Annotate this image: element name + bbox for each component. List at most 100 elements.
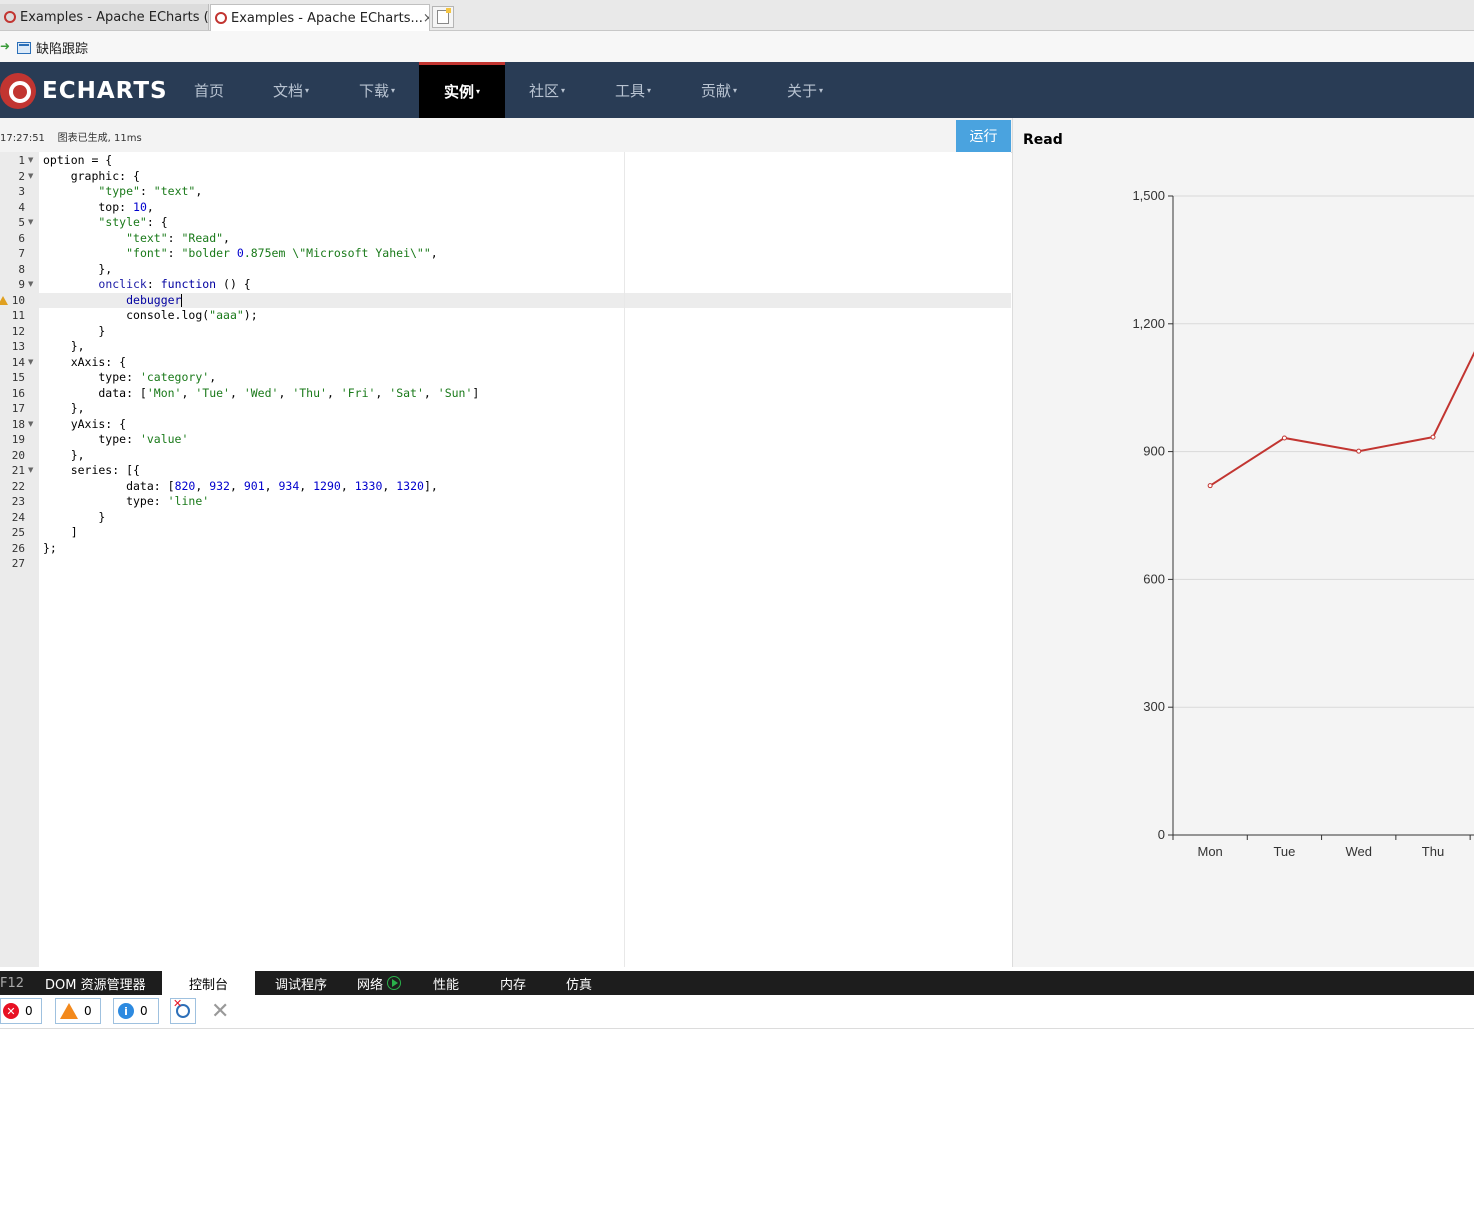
nav-label: 实例 <box>443 83 474 101</box>
nav-item-community[interactable]: 社区 ▾ <box>512 62 582 118</box>
line-number: 11 <box>11 309 25 322</box>
series-line <box>1209 351 1474 487</box>
warning-icon <box>60 1003 78 1019</box>
nav-item-examples[interactable]: 实例 ▾ <box>419 62 505 118</box>
logo-text: ECHARTS <box>42 78 168 104</box>
code-editor[interactable]: option = { graphic: { "type": "text", to… <box>39 152 1011 967</box>
favorite-defect-tracking[interactable]: 缺陷跟踪 <box>17 38 88 57</box>
warning-icon <box>0 295 8 305</box>
warning-count: 0 <box>84 1004 92 1018</box>
fold-toggle-icon[interactable]: ▼ <box>28 463 33 478</box>
line-number: 12 <box>11 324 25 338</box>
browser-tab-2[interactable]: Examples - Apache ECharts... × <box>210 4 430 31</box>
data-point <box>1356 448 1362 454</box>
code-line: }, <box>43 261 113 276</box>
code-line: } <box>43 323 106 338</box>
nav-item-download[interactable]: 下载 ▾ <box>342 62 412 118</box>
nav-item-about[interactable]: 关于 ▾ <box>770 62 840 118</box>
error-count: 0 <box>25 1004 33 1018</box>
line-number: 9 <box>18 278 25 291</box>
line-number: 4 <box>18 200 25 214</box>
code-line: data: ['Mon', 'Tue', 'Wed', 'Thu', 'Fri'… <box>43 385 480 400</box>
nav-label: 贡献 <box>700 81 731 100</box>
devtools-tab-emulation[interactable]: 仿真 <box>566 971 592 995</box>
site-navbar: ECHARTS 首页 文档 ▾ 下载 ▾ 实例 ▾ 社区 ▾ 工具 ▾ 贡献 ▾ 关于 ▾ <box>0 62 1474 118</box>
chevron-down-icon: ▾ <box>819 85 824 95</box>
browser-tab-title: Examples - Apache ECharts (i... <box>20 9 209 25</box>
red-x-icon: ✕ <box>173 997 183 1010</box>
code-line: onclick: function () { <box>98 277 251 291</box>
close-tab-icon[interactable]: × <box>423 11 429 26</box>
fold-toggle-icon[interactable]: ▼ <box>28 277 33 292</box>
line-number: 17 <box>11 402 25 415</box>
chevron-down-icon: ▾ <box>733 85 738 95</box>
line-chart: 03006009001,2001,500MonTueWedThuFriSatSu… <box>1132 188 1474 859</box>
devtools-tab-dom[interactable]: DOM 资源管理器 <box>45 971 146 995</box>
line-number: 5 <box>18 216 25 229</box>
code-line: type: 'value' <box>43 432 189 446</box>
code-line: "font": "bolder 0.875em \"Microsoft Yahe… <box>126 246 438 260</box>
favorites-arrow-icon[interactable]: ➜ <box>0 39 10 53</box>
line-number: 6 <box>18 231 25 245</box>
line-number: 23 <box>11 495 25 508</box>
data-point <box>1281 435 1287 441</box>
line-number: 26 <box>11 541 25 555</box>
devtools-tab-console[interactable]: 控制台 <box>162 971 255 995</box>
clear-console-icon[interactable]: ✕ <box>211 999 229 1024</box>
x-tick-label: Thu <box>1422 844 1444 859</box>
nav-item-tools[interactable]: 工具 ▾ <box>598 62 668 118</box>
run-button[interactable]: 运行 <box>956 120 1011 152</box>
code-line: }, <box>43 447 85 462</box>
browser-tab-1[interactable]: Examples - Apache ECharts (i... <box>0 4 209 30</box>
fold-toggle-icon[interactable]: ▼ <box>28 153 33 168</box>
clear-on-navigate-button[interactable]: ✕ <box>170 997 196 1024</box>
nav-label: 文档 <box>272 81 303 100</box>
y-tick-label: 300 <box>1143 699 1165 714</box>
nav-label: 首页 <box>193 81 224 100</box>
nav-item-docs[interactable]: 文档 ▾ <box>256 62 326 118</box>
nav-item-contribute[interactable]: 贡献 ▾ <box>684 62 754 118</box>
browser-tab-bar: Examples - Apache ECharts (i... Examples… <box>0 0 1474 31</box>
y-tick-label: 1,200 <box>1132 316 1165 331</box>
fold-toggle-icon[interactable]: ▼ <box>28 215 33 230</box>
fold-toggle-icon[interactable]: ▼ <box>28 169 33 184</box>
nav-item-home[interactable]: 首页 <box>180 62 240 118</box>
devtools-tab-label: 网络 <box>357 977 384 993</box>
devtools-tab-network[interactable]: 网络 <box>357 971 402 995</box>
line-number: 22 <box>11 479 25 493</box>
errors-filter-button[interactable]: ✕ 0 <box>0 998 42 1024</box>
print-margin <box>624 152 625 967</box>
line-number: 25 <box>11 526 25 539</box>
warnings-filter-button[interactable]: 0 <box>55 998 101 1024</box>
devtools-tab-performance[interactable]: 性能 <box>433 971 459 995</box>
line-number: 16 <box>11 386 25 400</box>
chevron-down-icon: ▾ <box>561 85 566 95</box>
x-tick-label: Mon <box>1197 844 1222 859</box>
line-number: 13 <box>11 340 25 353</box>
echarts-logo[interactable]: ECHARTS <box>0 73 168 109</box>
code-line: graphic: { <box>43 168 140 183</box>
data-point <box>1207 483 1213 489</box>
y-tick-label: 600 <box>1143 571 1165 586</box>
console-toolbar: ✕ 0 0 i0 ✕ ✕ <box>0 995 1474 1029</box>
info-icon: i <box>118 1003 134 1019</box>
fold-toggle-icon[interactable]: ▼ <box>28 355 33 370</box>
line-number: 3 <box>18 185 25 198</box>
favorites-bar: ➜ 缺陷跟踪 <box>0 31 1474 62</box>
line-number: 19 <box>11 433 25 446</box>
code-line: }; <box>43 540 57 555</box>
devtools-f12-label: F12 <box>0 975 25 991</box>
devtools-tab-memory[interactable]: 内存 <box>500 971 526 995</box>
devtools-tab-bar: F12 DOM 资源管理器 控制台 调试程序 网络 性能 内存 仿真 <box>0 971 1474 995</box>
devtools-tab-debugger[interactable]: 调试程序 <box>275 971 327 995</box>
messages-filter-button[interactable]: i0 <box>113 998 159 1024</box>
text-cursor <box>181 293 183 307</box>
nav-label: 社区 <box>528 81 559 100</box>
chevron-down-icon: ▾ <box>391 85 396 95</box>
new-tab-button[interactable] <box>432 6 454 28</box>
editor-toolbar: 17:27:51 图表已生成, 11ms 运行 <box>0 118 1012 153</box>
code-line: }, <box>43 401 85 415</box>
fold-toggle-icon[interactable]: ▼ <box>28 417 33 432</box>
line-number: 14 <box>11 355 25 369</box>
error-icon: ✕ <box>3 1003 19 1019</box>
